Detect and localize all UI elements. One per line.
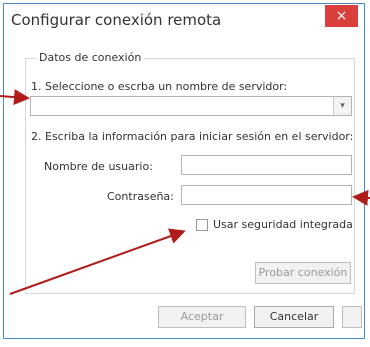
annotation-arrows [0, 89, 370, 295]
arrow-to-password-field [352, 189, 370, 206]
arrow-to-integrated-checkbox [9, 228, 186, 295]
arrow-to-server-combobox [0, 89, 30, 106]
